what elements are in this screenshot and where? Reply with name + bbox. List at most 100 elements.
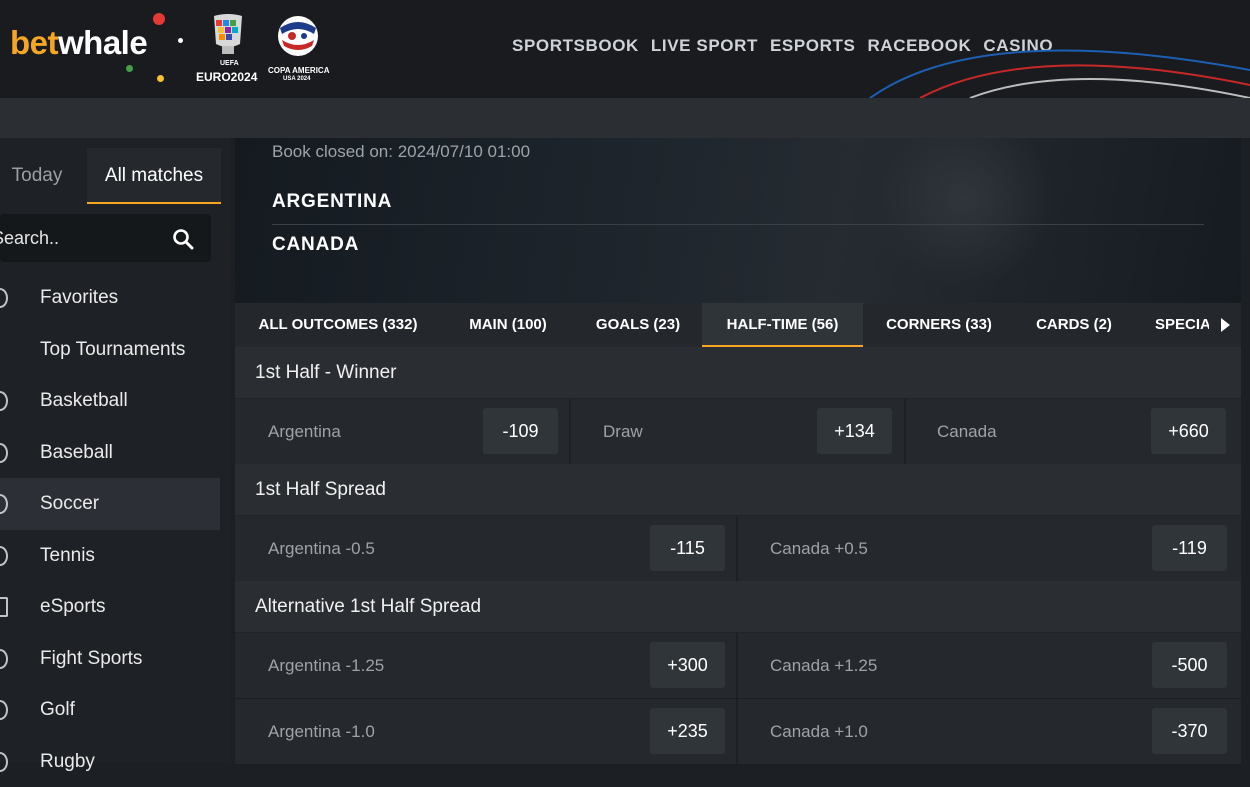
sidebar-item-label: Favorites	[40, 287, 118, 308]
search-box	[0, 214, 211, 262]
sidebar-item-baseball[interactable]: Baseball	[0, 427, 220, 479]
outcome-label: Argentina -1.0	[268, 699, 375, 764]
tab-corners[interactable]: CORNERS (33)	[863, 303, 1015, 347]
market-alternative-1st-half-spread: Alternative 1st Half Spread Argentina -1…	[235, 581, 1241, 765]
gamepad-icon	[0, 597, 8, 617]
search-input[interactable]	[0, 214, 162, 262]
header-swoosh-decoration	[860, 0, 1250, 98]
odds-button[interactable]: +300	[650, 642, 725, 688]
chevron-right-icon	[1221, 318, 1230, 332]
sidebar-item-tennis[interactable]: Tennis	[0, 530, 220, 582]
sidebar-item-label: Basketball	[40, 390, 128, 411]
odds-row: Argentina -109 Draw +134 Canada +660	[235, 399, 1241, 465]
market-1st-half-winner: 1st Half - Winner Argentina -109 Draw +1…	[235, 347, 1241, 465]
odds-button[interactable]: -119	[1152, 525, 1227, 571]
logo-whale-text: whale	[58, 24, 147, 61]
logo-dot-yellow	[157, 75, 164, 82]
odds-row: Argentina -1.25 +300 Canada +1.25 -500	[235, 633, 1241, 699]
euro-caption-text: EURO2024	[196, 70, 257, 84]
sidebar: Today All matches Favorites Top Tourname…	[0, 138, 230, 762]
sidebar-tabs: Today All matches	[0, 148, 222, 204]
outcome-cell[interactable]: Argentina -1.0 +235	[235, 699, 738, 764]
sidebar-item-basketball[interactable]: Basketball	[0, 375, 220, 427]
banner-ball-shadow	[875, 138, 1055, 288]
outcome-label: Canada +1.25	[770, 633, 877, 698]
basketball-icon	[0, 391, 8, 411]
sidebar-item-soccer[interactable]: Soccer	[0, 478, 220, 530]
logo-dot-green	[126, 65, 133, 72]
logo-dot-white	[178, 38, 183, 43]
copa-america-logo[interactable]: COPA AMERICA USA 2024	[268, 14, 330, 86]
betwhale-logo[interactable]: betwhale	[10, 24, 147, 62]
outcome-cell[interactable]: Canada +1.0 -370	[737, 699, 1241, 764]
tab-half-time[interactable]: HALF-TIME (56)	[702, 303, 863, 347]
odds-row: Argentina -1.0 +235 Canada +1.0 -370	[235, 699, 1241, 765]
sidebar-item-rugby[interactable]: Rugby	[0, 736, 220, 787]
copa-caption-text: COPA AMERICA	[268, 66, 329, 75]
event-banner: Book closed on: 2024/07/10 01:00 ARGENTI…	[235, 138, 1241, 303]
search-icon[interactable]	[172, 228, 194, 250]
top-header: betwhale UEFA EURO2024 COPA AMERICA	[0, 0, 1250, 98]
outcome-label: Argentina	[268, 399, 341, 464]
logo-dot-red	[153, 13, 165, 25]
tab-goals[interactable]: GOALS (23)	[575, 303, 701, 347]
outcome-label: Argentina -1.25	[268, 633, 384, 698]
outcome-cell[interactable]: Canada +0.5 -119	[737, 516, 1241, 581]
sub-bar	[0, 98, 1250, 138]
team-away: CANADA	[272, 234, 359, 256]
tennis-ball-icon	[0, 546, 8, 566]
market-title: 1st Half Spread	[235, 464, 1241, 516]
outcome-cell[interactable]: Draw +134	[570, 399, 906, 464]
tab-main[interactable]: MAIN (100)	[441, 303, 575, 347]
odds-button[interactable]: -500	[1152, 642, 1227, 688]
sidebar-item-label: Top Tournaments	[40, 339, 185, 360]
outcome-cell[interactable]: Canada +660	[904, 399, 1241, 464]
tab-today[interactable]: Today	[0, 148, 80, 204]
tab-cards[interactable]: CARDS (2)	[1015, 303, 1133, 347]
sidebar-item-golf[interactable]: Golf	[0, 684, 220, 736]
sidebar-item-label: Soccer	[40, 493, 99, 514]
outcome-cell[interactable]: Canada +1.25 -500	[737, 633, 1241, 698]
sidebar-item-esports[interactable]: eSports	[0, 581, 220, 633]
outcome-label: Canada	[937, 399, 997, 464]
euro-2024-logo[interactable]: UEFA EURO2024	[196, 14, 260, 86]
nav-sportsbook[interactable]: SPORTSBOOK	[512, 36, 639, 56]
book-closed-text: Book closed on: 2024/07/10 01:00	[272, 142, 530, 162]
sidebar-item-label: Fight Sports	[40, 648, 142, 669]
tab-all-matches[interactable]: All matches	[87, 148, 221, 204]
odds-button[interactable]: +660	[1151, 408, 1226, 454]
heart-icon	[0, 288, 8, 308]
outcome-label: Argentina -0.5	[268, 516, 375, 581]
tabs-scroll-right-button[interactable]	[1209, 303, 1241, 347]
odds-button[interactable]: -115	[650, 525, 725, 571]
sidebar-item-label: Baseball	[40, 442, 113, 463]
market-1st-half-spread: 1st Half Spread Argentina -0.5 -115 Cana…	[235, 464, 1241, 582]
team-divider	[272, 224, 1204, 225]
outcome-label: Canada +0.5	[770, 516, 868, 581]
outcome-cell[interactable]: Argentina -0.5 -115	[235, 516, 738, 581]
odds-button[interactable]: +235	[650, 708, 725, 754]
odds-button[interactable]: -109	[483, 408, 558, 454]
soccer-ball-icon	[0, 494, 8, 514]
outcome-cell[interactable]: Argentina -109	[235, 399, 571, 464]
sidebar-item-label: Rugby	[40, 751, 95, 772]
outcome-label: Draw	[603, 399, 643, 464]
main-content: Book closed on: 2024/07/10 01:00 ARGENTI…	[235, 138, 1241, 762]
odds-button[interactable]: +134	[817, 408, 892, 454]
market-tabs: ALL OUTCOMES (332) MAIN (100) GOALS (23)…	[235, 303, 1241, 347]
copa-small-text: USA 2024	[283, 76, 310, 82]
odds-button[interactable]: -370	[1152, 708, 1227, 754]
sidebar-item-top-tournaments[interactable]: Top Tournaments	[0, 324, 220, 376]
euro-small-text: UEFA	[220, 60, 239, 67]
outcome-cell[interactable]: Argentina -1.25 +300	[235, 633, 738, 698]
sidebar-item-label: Golf	[40, 699, 75, 720]
nav-live-sport[interactable]: LIVE SPORT	[651, 36, 758, 56]
market-title: Alternative 1st Half Spread	[235, 581, 1241, 633]
sidebar-item-label: Tennis	[40, 545, 95, 566]
tab-all-outcomes[interactable]: ALL OUTCOMES (332)	[235, 303, 441, 347]
sidebar-item-fight-sports[interactable]: Fight Sports	[0, 633, 220, 685]
odds-row: Argentina -0.5 -115 Canada +0.5 -119	[235, 516, 1241, 582]
nav-esports[interactable]: ESPORTS	[770, 36, 855, 56]
sidebar-item-favorites[interactable]: Favorites	[0, 272, 220, 324]
golf-icon	[0, 700, 8, 720]
